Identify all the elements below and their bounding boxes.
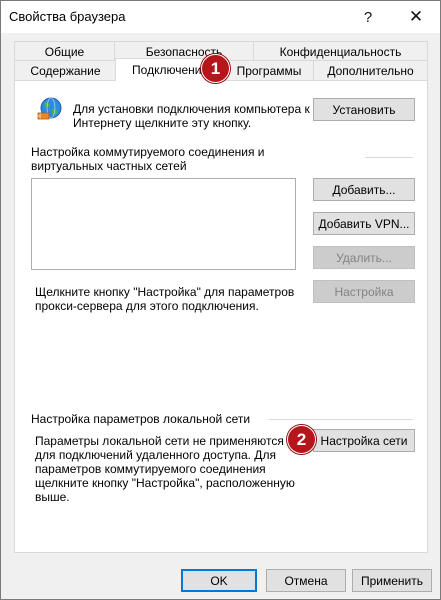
tab-content[interactable]: Содержание bbox=[14, 60, 117, 80]
tab-advanced[interactable]: Дополнительно bbox=[313, 60, 428, 80]
remove-button[interactable]: Удалить... bbox=[313, 246, 415, 269]
close-icon: ✕ bbox=[408, 7, 424, 26]
add-button[interactable]: Добавить... bbox=[313, 178, 415, 201]
title-bar: Свойства браузера ? ✕ bbox=[1, 1, 440, 33]
step-marker-2: 2 bbox=[287, 425, 316, 454]
add-vpn-button[interactable]: Добавить VPN... bbox=[313, 212, 415, 235]
connect-description: Для установки подключения компьютера к И… bbox=[73, 102, 310, 130]
lan-settings-button[interactable]: Настройка сети bbox=[313, 429, 415, 452]
ok-button[interactable]: OK bbox=[181, 569, 257, 592]
tab-privacy[interactable]: Конфиденциальность bbox=[253, 41, 428, 61]
cancel-button[interactable]: Отмена bbox=[266, 569, 346, 592]
connections-panel: Для установки подключения компьютера к И… bbox=[14, 80, 428, 553]
proxy-settings-hint: Щелкните кнопку "Настройка" для параметр… bbox=[35, 285, 295, 313]
dialup-vpn-heading: Настройка коммутируемого соединения и ви… bbox=[31, 145, 265, 173]
apply-button[interactable]: Применить bbox=[352, 569, 432, 592]
dialup-separator bbox=[365, 157, 413, 158]
lan-settings-heading: Настройка параметров локальной сети bbox=[31, 412, 251, 426]
lan-separator bbox=[269, 419, 413, 420]
close-button[interactable]: ✕ bbox=[393, 1, 439, 33]
connections-list[interactable] bbox=[31, 178, 296, 270]
help-button[interactable]: ? bbox=[345, 1, 391, 33]
window-title: Свойства браузера bbox=[9, 9, 126, 24]
tab-programs[interactable]: Программы bbox=[224, 60, 314, 80]
setup-button[interactable]: Установить bbox=[313, 98, 415, 121]
settings-button[interactable]: Настройка bbox=[313, 280, 415, 303]
step-marker-1: 1 bbox=[201, 54, 230, 83]
help-icon: ? bbox=[363, 8, 373, 26]
lan-description: Параметры локальной сети не применяются … bbox=[35, 434, 295, 504]
tab-general[interactable]: Общие bbox=[14, 41, 115, 61]
globe-network-icon bbox=[35, 96, 63, 124]
internet-options-dialog: Свойства браузера ? ✕ Общие Безопасность… bbox=[0, 0, 441, 600]
